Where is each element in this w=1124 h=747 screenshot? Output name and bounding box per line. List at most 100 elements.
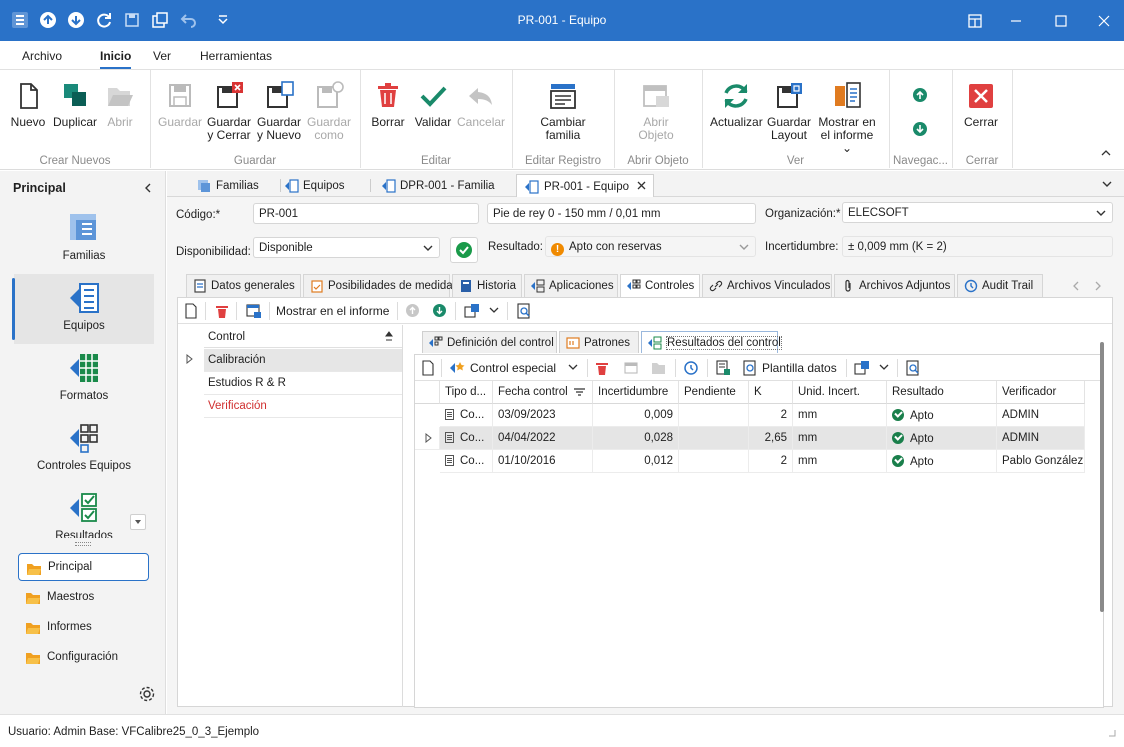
doc-tab-dpr001[interactable]: DPR-001 - Familia — [371, 174, 516, 197]
tab-audit-trail[interactable]: Audit Trail — [957, 274, 1043, 297]
nav-up-button[interactable] — [912, 87, 930, 103]
nuevo-button[interactable]: Nuevo — [8, 80, 48, 129]
folder-open-icon[interactable] — [651, 360, 667, 376]
doc-tab-pr001[interactable]: PR-001 - Equipo — [516, 174, 654, 197]
abrir-button[interactable]: Abrir — [101, 80, 139, 129]
splitter-handle[interactable] — [75, 542, 91, 546]
preview-icon[interactable] — [742, 360, 758, 376]
col-k[interactable]: K — [749, 381, 793, 404]
control-especial-button[interactable]: Control especial — [470, 361, 556, 375]
preview-icon[interactable] — [516, 303, 532, 319]
nav-familias[interactable]: Familias — [14, 204, 154, 274]
filter-icon[interactable] — [574, 388, 585, 397]
vertical-scrollbar[interactable] — [1100, 342, 1104, 612]
plantilla-datos-button[interactable]: Plantilla datos — [762, 361, 837, 375]
tab-scroll-right-icon[interactable] — [1093, 281, 1103, 291]
menu-herramientas[interactable]: Herramientas — [200, 49, 272, 63]
preview-icon[interactable] — [905, 360, 921, 376]
arrow-down-circle-icon[interactable] — [432, 303, 447, 318]
tree-header[interactable]: Control — [204, 325, 402, 348]
history-icon[interactable] — [683, 360, 699, 376]
new-document-icon[interactable] — [184, 303, 198, 319]
nav-informes[interactable]: Informes — [18, 613, 149, 641]
col-tipo[interactable]: Tipo d... — [440, 381, 493, 404]
trash-icon[interactable] — [215, 303, 229, 319]
tab-definicion-control[interactable]: Definición del control — [422, 331, 557, 353]
nav-maestros[interactable]: Maestros — [18, 583, 149, 611]
col-verificador[interactable]: Verificador — [997, 381, 1085, 404]
borrar-button[interactable]: Borrar — [370, 80, 406, 129]
tab-posibilidades[interactable]: Posibilidades de medida — [303, 274, 453, 297]
collapse-ribbon-icon[interactable] — [1099, 146, 1113, 160]
duplicar-button[interactable]: Duplicar — [52, 80, 98, 129]
tree-item-estudios-rr[interactable]: Estudios R & R — [204, 372, 402, 395]
chevron-down-icon[interactable] — [879, 363, 889, 371]
cancelar-button[interactable]: Cancelar — [457, 80, 505, 129]
data-sheet-icon[interactable] — [715, 360, 731, 376]
guardar-layout-button[interactable]: Guardar Layout — [766, 80, 812, 142]
tab-controles[interactable]: Controles — [620, 274, 700, 298]
tab-resultados-control[interactable]: Resultados del control — [641, 331, 782, 353]
chevron-down-icon[interactable] — [568, 363, 578, 371]
col-incertidumbre[interactable]: Incertidumbre — [593, 381, 679, 404]
menu-archivo[interactable]: Archivo — [22, 49, 62, 63]
cambiar-familia-button[interactable]: Cambiar familia — [535, 80, 591, 142]
mostrar-informe-button[interactable]: Mostrar en el informe ⌄ — [816, 80, 878, 155]
tree-item-calibracion[interactable]: Calibración — [204, 349, 402, 372]
resultado-select[interactable]: ! Apto con reservas — [545, 236, 756, 257]
tab-datos-generales[interactable]: Datos generales — [186, 274, 301, 297]
col-resultado[interactable]: Resultado — [887, 381, 997, 404]
menu-inicio[interactable]: Inicio — [100, 49, 131, 63]
nav-configuracion[interactable]: Configuración — [18, 643, 149, 671]
resize-grip-icon[interactable] — [1106, 727, 1116, 737]
close-tab-icon[interactable] — [636, 180, 647, 191]
maximize-button[interactable] — [1052, 12, 1070, 30]
more-items-button[interactable] — [130, 514, 146, 530]
window-icon[interactable] — [246, 303, 262, 319]
col-fecha[interactable]: Fecha control — [493, 381, 593, 404]
layout-icon[interactable] — [464, 303, 480, 319]
nav-controles-equipos[interactable]: Controles Equipos — [14, 414, 154, 484]
special-control-icon[interactable] — [449, 360, 465, 376]
layout-icon[interactable] — [966, 12, 984, 30]
tab-list-chevron-down-icon[interactable] — [1101, 178, 1113, 190]
tab-archivos-vinculados[interactable]: Archivos Vinculados — [702, 274, 832, 297]
doc-tab-familias[interactable]: Familias — [187, 174, 279, 197]
cerrar-button[interactable]: Cerrar — [962, 80, 1000, 129]
guardar-como-button[interactable]: Guardar como — [306, 80, 352, 142]
actualizar-button[interactable]: Actualizar — [710, 80, 763, 129]
settings-gear-icon[interactable] — [138, 685, 156, 703]
guardar-nuevo-button[interactable]: Guardar y Nuevo — [256, 80, 302, 142]
nav-principal[interactable]: Principal — [18, 553, 149, 581]
tab-historia[interactable]: Historia — [452, 274, 522, 297]
nav-formatos[interactable]: Formatos — [14, 344, 154, 414]
guardar-button[interactable]: Guardar — [158, 80, 202, 129]
descripcion-field[interactable]: Pie de rey 0 - 150 mm / 0,01 mm — [487, 203, 756, 224]
nav-down-button[interactable] — [912, 121, 930, 137]
minimize-button[interactable] — [1007, 12, 1025, 30]
organizacion-select[interactable]: ELECSOFT — [842, 202, 1113, 223]
guardar-cerrar-button[interactable]: Guardar y Cerrar — [206, 80, 252, 142]
close-window-button[interactable] — [1095, 12, 1113, 30]
layout-icon[interactable] — [854, 360, 870, 376]
validar-button[interactable]: Validar — [413, 80, 453, 129]
menu-ver[interactable]: Ver — [153, 49, 171, 63]
chevron-down-icon[interactable] — [489, 306, 499, 314]
abrir-objeto-button[interactable]: Abrir Objeto — [630, 80, 682, 142]
col-unid-incert[interactable]: Unid. Incert. — [793, 381, 887, 404]
nav-equipos[interactable]: Equipos — [12, 274, 154, 344]
tab-archivos-adjuntos[interactable]: Archivos Adjuntos — [834, 274, 955, 297]
doc-tab-equipos[interactable]: Equipos — [281, 174, 369, 197]
window-icon[interactable] — [624, 360, 640, 376]
tab-patrones[interactable]: Patrones — [559, 331, 639, 353]
expand-row-icon[interactable] — [186, 354, 194, 364]
col-pendiente[interactable]: Pendiente — [679, 381, 749, 404]
new-document-icon[interactable] — [421, 360, 435, 376]
tab-scroll-left-icon[interactable] — [1071, 281, 1081, 291]
codigo-field[interactable]: PR-001 — [253, 203, 479, 224]
collapse-panel-icon[interactable] — [142, 182, 154, 194]
tree-item-verificacion[interactable]: Verificación — [204, 395, 402, 418]
disponibilidad-status-button[interactable] — [450, 237, 478, 263]
mostrar-en-informe-button[interactable]: Mostrar en el informe — [276, 304, 389, 318]
disponibilidad-select[interactable]: Disponible — [253, 237, 440, 258]
